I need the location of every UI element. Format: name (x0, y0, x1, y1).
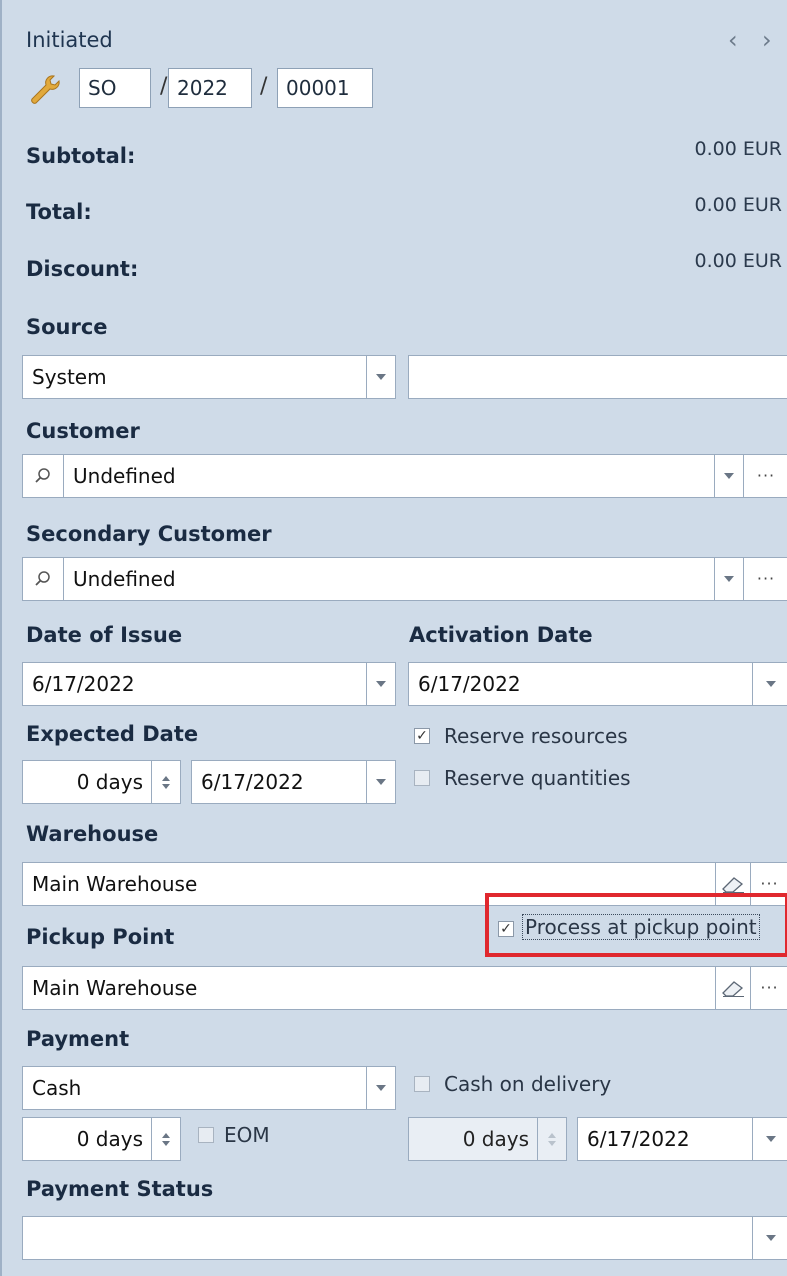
next-arrow-icon[interactable]: › (762, 26, 772, 54)
payment-dropdown-button[interactable] (366, 1066, 396, 1110)
total-value: 0.00 EUR (694, 194, 782, 216)
chevron-down-icon (376, 681, 386, 687)
chevron-down-icon (376, 374, 386, 380)
activation-date-label: Activation Date (409, 623, 593, 647)
subtotal-value: 0.00 EUR (694, 138, 782, 160)
secondary-customer-field[interactable]: Undefined (63, 557, 715, 601)
expected-date-dropdown-button[interactable] (366, 760, 396, 804)
number-seq-field[interactable]: 00001 (277, 68, 373, 108)
number-prefix-field[interactable]: SO (79, 68, 151, 108)
customer-dropdown-button[interactable] (714, 454, 744, 498)
pickup-point-field[interactable]: Main Warehouse (22, 966, 716, 1010)
spin-down-icon (162, 783, 170, 789)
eraser-icon (722, 877, 744, 893)
expected-date-label: Expected Date (26, 722, 199, 746)
ellipsis-icon: ··· (756, 466, 776, 485)
payment-days-spinner[interactable] (151, 1117, 181, 1161)
number-separator: / (160, 74, 168, 99)
eom-checkbox[interactable] (198, 1127, 214, 1143)
due-date-dropdown-button[interactable] (752, 1117, 787, 1161)
payment-status-dropdown-button[interactable] (752, 1216, 787, 1260)
source-extra-field[interactable] (408, 355, 787, 399)
payment-label: Payment (26, 1027, 130, 1051)
warehouse-label: Warehouse (26, 822, 159, 846)
document-panel: Initiated ‹ › SO / 2022 / 00001 Subtotal… (0, 0, 787, 1276)
spin-down-icon (548, 1140, 556, 1146)
spin-down-icon (162, 1140, 170, 1146)
customer-field[interactable]: Undefined (63, 454, 715, 498)
number-year-field[interactable]: 2022 (168, 68, 252, 108)
secondary-customer-more-button[interactable]: ··· (743, 557, 787, 601)
discount-value: 0.00 EUR (694, 250, 782, 272)
wrench-icon[interactable] (26, 72, 62, 108)
customer-more-button[interactable]: ··· (743, 454, 787, 498)
due-days-spinner[interactable] (537, 1117, 567, 1161)
payment-days-field[interactable]: 0 days (22, 1117, 152, 1161)
due-date-field[interactable]: 6/17/2022 (577, 1117, 753, 1161)
reserve-quantities-checkbox[interactable] (414, 770, 430, 786)
eraser-icon (722, 981, 744, 997)
expected-days-field[interactable]: 0 days (22, 760, 152, 804)
chevron-down-icon (724, 473, 734, 479)
reserve-resources-checkbox[interactable]: ✓ (414, 728, 430, 744)
chevron-down-icon (765, 1235, 776, 1241)
expected-days-spinner[interactable] (151, 760, 181, 804)
chevron-down-icon (376, 779, 386, 785)
ellipsis-icon: ··· (756, 569, 776, 588)
secondary-customer-label: Secondary Customer (26, 522, 272, 546)
cash-on-delivery-checkbox[interactable] (414, 1076, 430, 1092)
spin-up-icon (162, 775, 170, 781)
document-status: Initiated (26, 28, 113, 52)
source-select[interactable]: System (22, 355, 367, 399)
activation-date-field[interactable]: 6/17/2022 (408, 662, 753, 706)
source-label: Source (26, 315, 108, 339)
number-separator: / (260, 74, 268, 99)
subtotal-label: Subtotal: (26, 144, 136, 168)
chevron-down-icon (724, 576, 734, 582)
search-icon (35, 571, 50, 586)
expected-date-field[interactable]: 6/17/2022 (191, 760, 367, 804)
source-dropdown-button[interactable] (366, 355, 396, 399)
spin-up-icon (548, 1132, 556, 1138)
chevron-down-icon (376, 1085, 386, 1091)
spin-up-icon (162, 1132, 170, 1138)
total-label: Total: (26, 200, 92, 224)
payment-status-select[interactable] (22, 1216, 753, 1260)
pickup-point-clear-button[interactable] (715, 966, 751, 1010)
highlight-box (485, 893, 787, 957)
reserve-resources-label: Reserve resources (444, 724, 628, 748)
customer-search-button[interactable] (22, 454, 64, 498)
date-of-issue-field[interactable]: 6/17/2022 (22, 662, 367, 706)
date-of-issue-dropdown-button[interactable] (366, 662, 396, 706)
eom-label: EOM (224, 1123, 270, 1147)
secondary-customer-search-button[interactable] (22, 557, 64, 601)
pickup-point-label: Pickup Point (26, 925, 175, 949)
reserve-quantities-label: Reserve quantities (444, 766, 631, 790)
activation-date-dropdown-button[interactable] (752, 662, 787, 706)
discount-label: Discount: (26, 257, 139, 281)
cash-on-delivery-label: Cash on delivery (444, 1072, 612, 1096)
ellipsis-icon: ··· (760, 978, 779, 997)
payment-select[interactable]: Cash (22, 1066, 367, 1110)
customer-label: Customer (26, 419, 140, 443)
pickup-point-more-button[interactable]: ··· (750, 966, 787, 1010)
search-icon (35, 468, 50, 483)
prev-arrow-icon[interactable]: ‹ (728, 26, 738, 54)
date-of-issue-label: Date of Issue (26, 623, 183, 647)
chevron-down-icon (765, 1136, 776, 1142)
payment-status-label: Payment Status (26, 1177, 214, 1201)
chevron-down-icon (765, 681, 776, 687)
secondary-customer-dropdown-button[interactable] (714, 557, 744, 601)
due-days-field[interactable]: 0 days (408, 1117, 538, 1161)
